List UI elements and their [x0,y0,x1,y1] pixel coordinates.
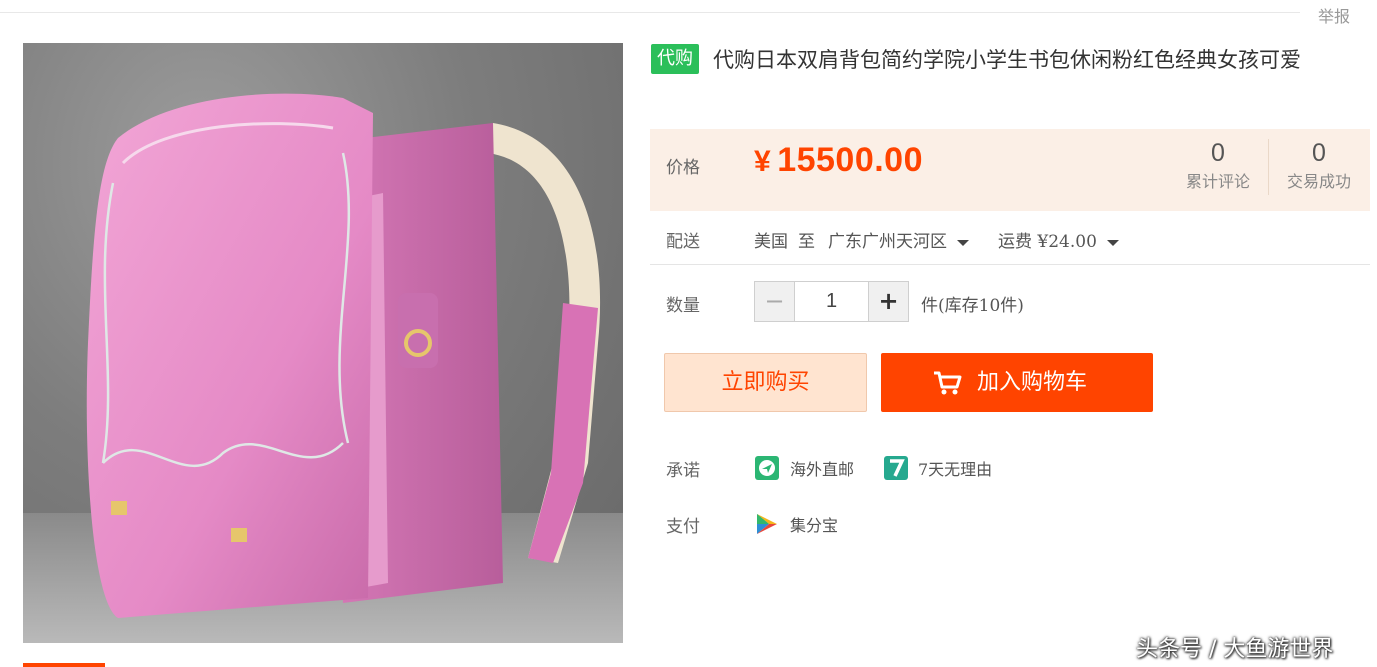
price-panel: 价格 ¥15500.00 0 累计评论 0 交易成功 [650,129,1370,211]
currency-symbol: ¥ [754,145,772,178]
payment-method[interactable]: 集分宝 [790,512,838,536]
buy-now-button[interactable]: 立即购买 [664,353,867,412]
payment-label: 支付 [666,517,700,537]
daigou-tag: 代购 [651,44,699,74]
quantity-increase-button[interactable]: + [868,282,908,321]
shipping-fee-select[interactable]: 运费 ¥24.00 [998,227,1119,252]
deal-count-label: 交易成功 [1286,172,1351,191]
promise-item-overseas[interactable]: 海外直邮 [790,456,854,480]
add-to-cart-label: 加入购物车 [977,370,1088,395]
quantity-stepper: − + [754,281,909,322]
plane-icon [755,456,779,480]
price-label: 价格 [666,158,700,178]
shipping-divider [650,264,1370,265]
review-count: 0 [1211,139,1225,167]
watermark: 头条号 / 大鱼游世界 [1136,637,1334,662]
destination-select[interactable]: 广东广州天河区 [828,227,969,252]
shipping-label: 配送 [666,232,700,252]
deal-count: 0 [1312,139,1326,167]
thumbnail-indicator [23,663,105,667]
quantity-label: 数量 [666,296,700,316]
deal-count-stat[interactable]: 0 交易成功 [1269,137,1369,195]
jifenbao-icon [755,512,779,536]
top-divider [0,12,1300,13]
product-title: 代购日本双肩背包简约学院小学生书包休闲粉红色经典女孩可爱 [713,48,1301,72]
chevron-down-icon [1106,239,1119,246]
shipping-fee-text: 运费 ¥24.00 [998,232,1097,252]
review-count-label: 累计评论 [1185,172,1250,191]
product-image[interactable] [23,43,623,643]
ship-from: 美国 [754,232,788,252]
review-count-stat[interactable]: 0 累计评论 [1168,137,1268,195]
quantity-decrease-button[interactable]: − [755,282,795,321]
destination-text: 广东广州天河区 [828,232,947,252]
price-value: ¥15500.00 [754,141,923,180]
report-link[interactable]: 举报 [1318,3,1350,27]
cart-icon [934,371,962,395]
promise-item-7days[interactable]: 7天无理由 [918,456,992,480]
price-amount: 15500.00 [777,141,923,179]
add-to-cart-button[interactable]: 加入购物车 [881,353,1153,412]
chevron-down-icon [957,239,969,246]
promise-label: 承诺 [666,461,700,481]
backpack-illustration [23,93,623,643]
stock-text: 件(库存10件) [921,296,1024,316]
quantity-input[interactable] [795,282,868,321]
ship-to-word: 至 [798,232,815,252]
seven-days-icon [884,456,908,480]
